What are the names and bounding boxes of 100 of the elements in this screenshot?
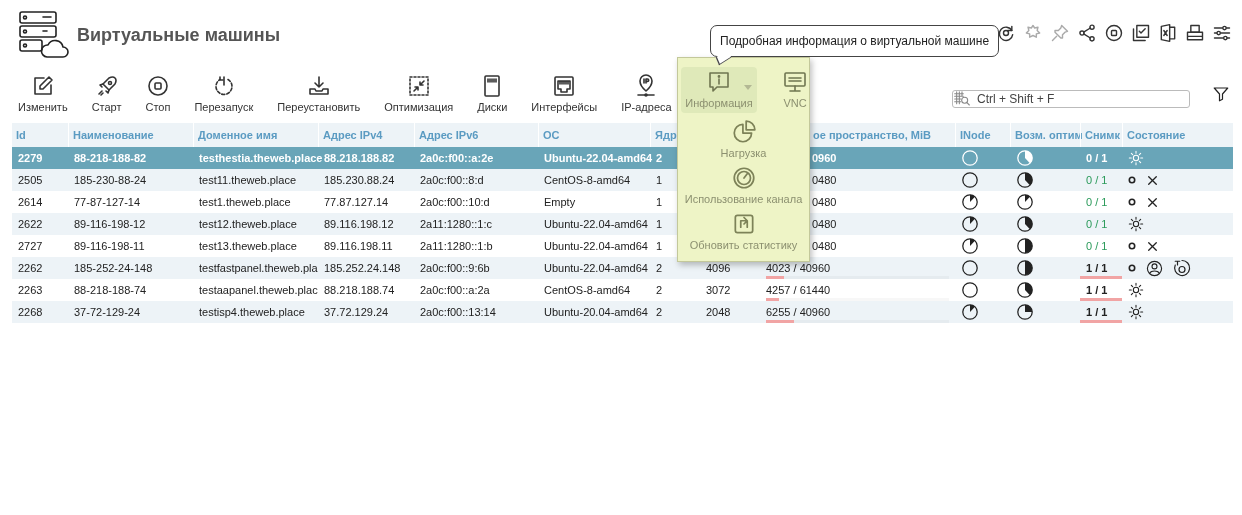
table-cell: 77-87-127-14 — [74, 196, 141, 208]
info-button[interactable]: Информация — [681, 67, 757, 113]
table-cell: test11.theweb.place — [199, 174, 297, 186]
gauge-icon — [730, 165, 757, 191]
table-cell: 88-218-188-74 — [74, 284, 147, 296]
table-cell: 2a0c:f00::a:2a — [420, 284, 490, 296]
table-cell: 2 — [656, 262, 663, 274]
search-field[interactable]: Ctrl + Shift + F — [952, 90, 1190, 108]
table-cell: testisp4.theweb.place — [199, 306, 305, 318]
stop-icon — [146, 74, 170, 98]
table-cell: CentOS-8-amd64 — [544, 284, 631, 296]
column-header[interactable]: Снимк — [1085, 129, 1120, 141]
column-header[interactable]: Наименование — [73, 129, 154, 141]
table-cell[interactable]: 2262 — [18, 262, 43, 274]
column-header[interactable]: Состояние — [1127, 129, 1186, 141]
table-cell: 2a11:1280::1:b — [420, 240, 493, 252]
toolbar-button[interactable]: Интерфейсы — [528, 74, 601, 113]
ring-icon — [1128, 264, 1136, 272]
compress-icon — [406, 74, 431, 98]
table-cell: 185-252-24-148 — [74, 262, 153, 274]
stop-icon[interactable] — [1104, 23, 1124, 43]
network-port-icon — [552, 74, 577, 98]
table-cell: 89-116-198-12 — [74, 218, 146, 230]
column-header[interactable]: Возм. оптим — [1015, 129, 1083, 141]
table-cell: 1 / 1 — [1086, 284, 1108, 296]
table-cell[interactable]: 2505 — [18, 174, 43, 186]
table-cell: 6255 / 40960 — [766, 306, 831, 318]
sun-icon — [1128, 282, 1144, 298]
pie-chart-icon — [730, 119, 757, 145]
ring-icon — [1128, 176, 1136, 184]
table-cell: 185-230-88-24 — [74, 174, 147, 186]
table-cell: 2a0c:f00::8:d — [420, 174, 484, 186]
toolbar-button[interactable]: Диски — [474, 74, 511, 113]
table-cell: 4096 — [706, 262, 731, 274]
refresh-icon[interactable] — [996, 23, 1016, 43]
sun-icon — [1128, 150, 1144, 166]
column-header[interactable]: Ядр — [655, 129, 677, 141]
table-cell: 1 — [656, 240, 663, 252]
table-cell: CentOS-8-amd64 — [544, 174, 631, 186]
printer-icon[interactable] — [1185, 23, 1205, 43]
server-cloud-icon — [17, 9, 69, 61]
ring-icon — [1128, 198, 1136, 206]
table-cell: Empty — [544, 196, 576, 208]
column-header[interactable]: INode — [960, 129, 991, 141]
close-icon — [1146, 195, 1159, 209]
column-header[interactable]: ое пространство, MiB — [813, 129, 931, 141]
table-cell: 0960 — [812, 152, 837, 164]
table-cell: 89.116.198.11 — [324, 240, 393, 252]
grid-search-icon — [954, 91, 970, 107]
toolbar-button[interactable]: Оптимизация — [381, 74, 457, 113]
column-header[interactable]: Адрес IPv4 — [323, 129, 383, 141]
vnc-button[interactable]: VNC — [783, 67, 807, 109]
table-cell: 4257 / 61440 — [766, 284, 831, 296]
table-cell: Ubuntu-22.04-amd64 — [544, 262, 648, 274]
table-cell: 2 — [656, 284, 663, 296]
column-header[interactable]: Id — [16, 129, 26, 141]
table-cell[interactable]: 2268 — [18, 306, 43, 318]
table-cell: test13.theweb.place — [199, 240, 297, 252]
toolbar-button[interactable]: Стоп — [142, 74, 174, 113]
table-cell: 2 — [656, 306, 663, 318]
table-cell: 1 / 1 — [1086, 306, 1108, 318]
toolbar-button[interactable]: Перезапуск — [191, 74, 257, 113]
table-cell: Ubuntu-20.04-amd64 — [544, 306, 648, 318]
column-header[interactable]: Адрес IPv6 — [419, 129, 479, 141]
table-cell: 89.116.198.12 — [324, 218, 394, 230]
close-icon — [1146, 173, 1159, 187]
table-cell: 0480 — [812, 240, 837, 252]
table-cell[interactable]: 2622 — [18, 218, 43, 230]
table-cell: 2a0c:f00::10:d — [420, 196, 490, 208]
table-cell[interactable]: 2614 — [18, 196, 43, 208]
table-cell: 88.218.188.82 — [324, 152, 395, 164]
table-cell: 88.218.188.74 — [324, 284, 395, 296]
toolbar-button[interactable]: Переустановить — [274, 74, 364, 113]
column-header[interactable]: ОС — [543, 129, 560, 141]
spreadsheet-icon[interactable] — [1158, 23, 1178, 43]
disc-icon — [1173, 259, 1191, 277]
table-cell: Ubuntu-22.04-amd64 — [544, 240, 648, 252]
table-cell: 185.230.88.24 — [324, 174, 395, 186]
table-cell[interactable]: 2279 — [18, 152, 43, 164]
table-cell: Ubuntu-22.04-amd64 — [544, 152, 653, 164]
menu-item[interactable]: Обновить статистику — [678, 211, 809, 251]
toolbar-button[interactable]: Старт — [88, 74, 125, 113]
table-cell: testhestia.theweb.place — [199, 152, 323, 164]
user-icon — [1146, 259, 1163, 277]
sun-icon — [1128, 304, 1144, 320]
table-cell[interactable]: 2263 — [18, 284, 43, 296]
share-icon[interactable] — [1077, 23, 1097, 43]
menu-item[interactable]: Использование канала — [678, 165, 809, 205]
table-cell: 1 / 1 — [1086, 262, 1108, 274]
table-cell: 2a11:1280::1:c — [420, 218, 492, 230]
checklist-icon[interactable] — [1131, 23, 1151, 43]
settings-sliders-icon[interactable] — [1212, 23, 1232, 43]
column-header[interactable]: Доменное имя — [198, 129, 278, 141]
table-cell: 0480 — [812, 196, 837, 208]
close-icon — [1146, 239, 1159, 253]
menu-item[interactable]: Нагрузка — [678, 119, 809, 159]
table-cell: 0 / 1 — [1086, 174, 1108, 186]
table-cell: 88-218-188-82 — [74, 152, 147, 164]
toolbar-button[interactable]: Изменить — [15, 74, 71, 113]
table-cell[interactable]: 2727 — [18, 240, 43, 252]
